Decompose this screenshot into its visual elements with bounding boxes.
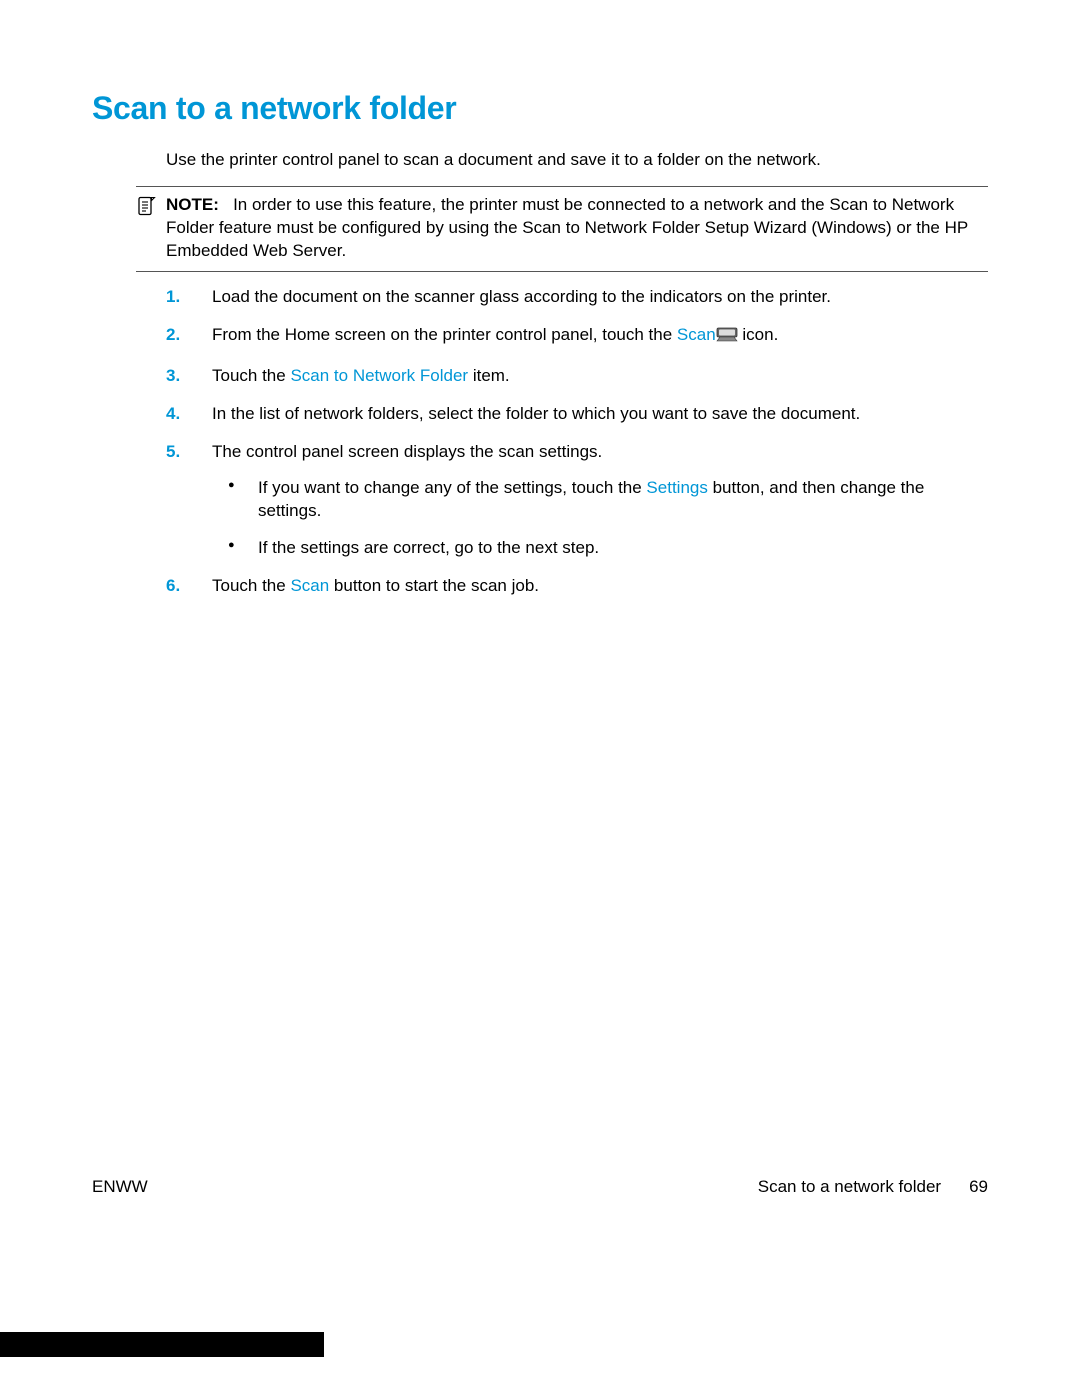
step-item: From the Home screen on the printer cont… — [166, 324, 988, 350]
note-label: NOTE: — [166, 195, 219, 214]
highlight-text: Scan — [290, 576, 329, 595]
step-text: If you want to change any of the setting… — [258, 478, 646, 497]
step-text: icon. — [738, 325, 779, 344]
footer-section-label: Scan to a network folder — [758, 1177, 941, 1197]
sub-item: If you want to change any of the setting… — [212, 477, 988, 523]
step-item: Touch the Scan button to start the scan … — [166, 575, 988, 598]
step-text: Touch the — [212, 576, 290, 595]
step-text: item. — [468, 366, 510, 385]
step-item: Touch the Scan to Network Folder item. — [166, 365, 988, 388]
step-text: Touch the — [212, 366, 290, 385]
step-item: In the list of network folders, select t… — [166, 403, 988, 426]
step-text: The control panel screen displays the sc… — [212, 442, 602, 461]
step-item: The control panel screen displays the sc… — [166, 441, 988, 561]
footer: ENWW Scan to a network folder 69 — [92, 1177, 988, 1197]
step-text: Load the document on the scanner glass a… — [212, 287, 831, 306]
page-title: Scan to a network folder — [92, 90, 988, 127]
intro-paragraph: Use the printer control panel to scan a … — [166, 149, 988, 172]
step-text: If the settings are correct, go to the n… — [258, 538, 599, 557]
highlight-text: Settings — [646, 478, 707, 497]
footer-page-number: 69 — [969, 1177, 988, 1197]
footer-left: ENWW — [92, 1177, 148, 1197]
step-text: In the list of network folders, select t… — [212, 404, 860, 423]
scanner-icon — [716, 327, 738, 350]
note-box: NOTE: In order to use this feature, the … — [136, 186, 988, 272]
redaction-bar — [0, 1332, 324, 1357]
note-text: NOTE: In order to use this feature, the … — [166, 194, 988, 263]
steps-list: Load the document on the scanner glass a… — [166, 286, 988, 598]
step-text: From the Home screen on the printer cont… — [212, 325, 677, 344]
note-body: In order to use this feature, the printe… — [166, 195, 968, 260]
step-item: Load the document on the scanner glass a… — [166, 286, 988, 309]
sub-list: If you want to change any of the setting… — [212, 477, 988, 560]
highlight-text: Scan — [677, 325, 716, 344]
note-icon — [136, 195, 158, 222]
highlight-text: Scan to Network Folder — [290, 366, 468, 385]
sub-item: If the settings are correct, go to the n… — [212, 537, 988, 560]
step-text: button to start the scan job. — [329, 576, 539, 595]
